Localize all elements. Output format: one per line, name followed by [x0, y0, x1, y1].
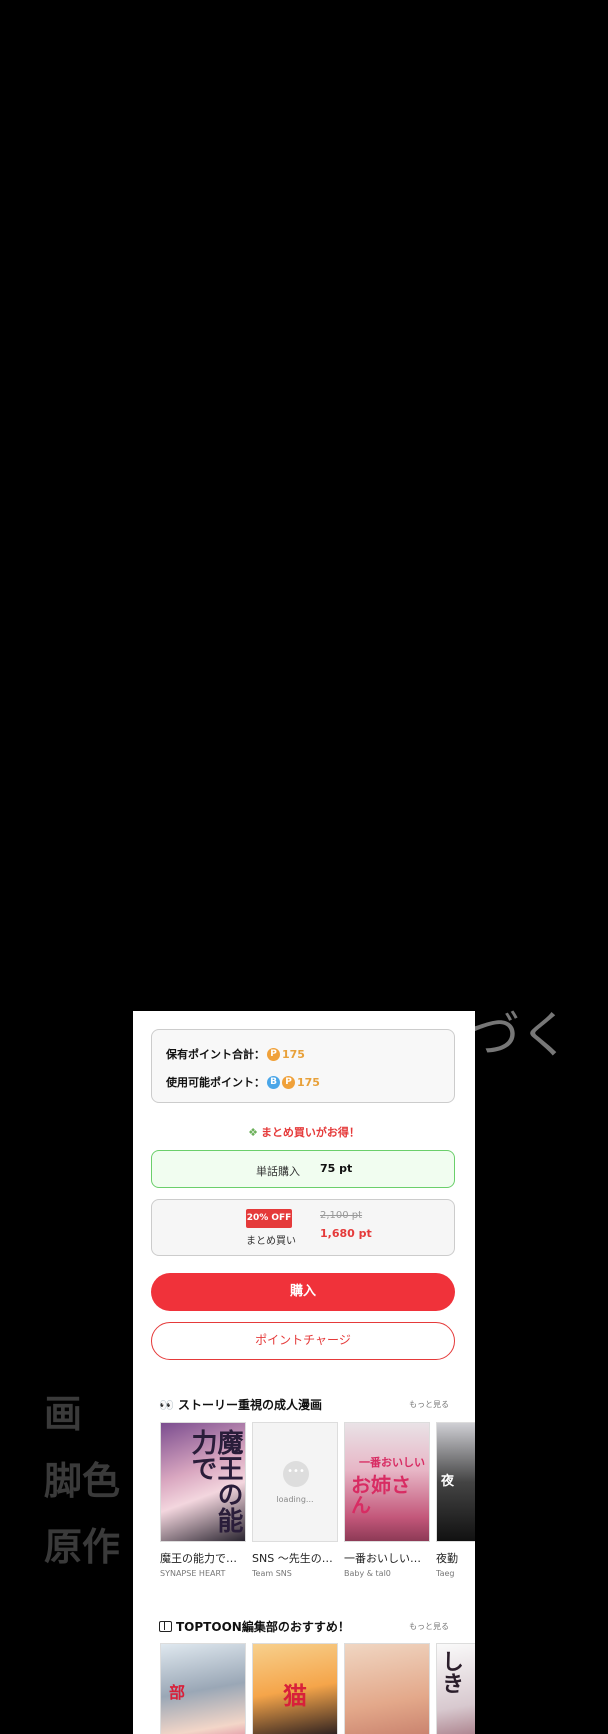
manga-card[interactable]: 猫: [252, 1643, 338, 1734]
loading-spinner-icon: •••: [283, 1461, 309, 1487]
story-manga-carousel: 魔王の能力で 魔王の能力で… SYNAPSE HEART ••• loading…: [160, 1422, 475, 1578]
point-charge-button[interactable]: ポイントチャージ: [151, 1322, 455, 1360]
bulk-deal-note: ❖ まとめ買いがお得！: [133, 1124, 475, 1140]
section-title-text: TOPTOON編集部のおすすめ！: [176, 1620, 350, 1634]
manga-cover: 一番おいしい お姉さん: [344, 1422, 430, 1542]
eyes-icon: 👀: [159, 1397, 174, 1412]
cover-title: 魔王の能力で: [187, 1429, 243, 1533]
background-tsuzuku-text: づく: [470, 1006, 570, 1064]
editor-picks-section-title: TOPTOON編集部のおすすめ！: [159, 1618, 350, 1635]
usable-points-value: 175: [297, 1075, 320, 1089]
manga-cover: [344, 1643, 430, 1734]
owned-points-value: 175: [282, 1047, 305, 1061]
manga-cover: 魔王の能力で: [160, 1422, 246, 1542]
manga-card[interactable]: [344, 1643, 430, 1734]
bulk-deal-text: まとめ買いがお得！: [260, 1126, 360, 1139]
cover-title: しき: [438, 1650, 463, 1694]
money-bag-icon: ❖: [248, 1126, 258, 1139]
single-purchase-label: 単話購入: [256, 1165, 300, 1178]
manga-cover: 猫: [252, 1643, 338, 1734]
section-title-text: ストーリー重視の成人漫画: [177, 1398, 322, 1412]
discount-badge: 20% OFF: [246, 1209, 292, 1228]
cover-title: 猫: [283, 1682, 307, 1710]
buy-button[interactable]: 購入: [151, 1273, 455, 1311]
manga-author: SYNAPSE HEART: [160, 1569, 226, 1578]
cover-title: 夜: [441, 1474, 455, 1489]
manga-card[interactable]: しき: [436, 1643, 475, 1734]
cover-title: 部: [166, 1684, 185, 1700]
manga-title: 魔王の能力で…: [160, 1552, 237, 1565]
manga-cover: 部: [160, 1643, 246, 1734]
manga-cover: しき: [436, 1643, 475, 1734]
manga-card[interactable]: 魔王の能力で 魔王の能力で… SYNAPSE HEART: [160, 1422, 246, 1578]
manga-card[interactable]: ••• loading... SNS 〜先生の… Team SNS: [252, 1422, 338, 1578]
manga-title: SNS 〜先生の…: [252, 1552, 333, 1565]
manga-cover: ••• loading...: [252, 1422, 338, 1542]
b-coin-icon: B: [267, 1075, 280, 1089]
bulk-purchase-label: まとめ買い: [246, 1236, 296, 1247]
editor-picks-carousel: 部 猫 しき: [160, 1643, 475, 1734]
loading-text: loading...: [276, 1495, 314, 1504]
manga-author: Baby & tal0: [344, 1569, 391, 1578]
p-coin-icon: P: [282, 1075, 295, 1089]
story-manga-section-title: 👀 ストーリー重視の成人漫画: [159, 1396, 322, 1413]
owned-points-label: 保有ポイント合計：: [166, 1048, 265, 1061]
background-credit-gensaku: 原作: [44, 1525, 121, 1569]
p-coin-icon: P: [267, 1047, 280, 1061]
book-icon: [159, 1621, 172, 1632]
manga-title: 一番おいしい…: [344, 1552, 421, 1565]
manga-author: Taeg: [436, 1569, 455, 1578]
bulk-old-price: 2,100 pt: [320, 1210, 363, 1221]
manga-author: Team SNS: [252, 1569, 292, 1578]
bulk-new-price: 1,680 pt: [320, 1227, 372, 1240]
single-purchase-option[interactable]: 単話購入 75 pt: [151, 1150, 455, 1188]
manga-cover: 夜: [436, 1422, 475, 1542]
owned-points-row: 保有ポイント合計： P 175: [166, 1046, 305, 1062]
manga-card[interactable]: 一番おいしい お姉さん 一番おいしい… Baby & tal0: [344, 1422, 430, 1578]
bulk-purchase-option[interactable]: 20% OFF まとめ買い 2,100 pt 1,680 pt: [151, 1199, 455, 1256]
section-more-link[interactable]: もっと見る: [409, 1621, 449, 1632]
background-credit-ga: 画: [44, 1392, 83, 1436]
cover-title: お姉さん: [351, 1473, 411, 1517]
background-credit-kyakushoku: 脚色: [44, 1459, 121, 1503]
manga-card[interactable]: 部: [160, 1643, 246, 1734]
usable-points-row: 使用可能ポイント： B P 175: [166, 1074, 320, 1090]
cover-subtitle: 一番おいしい: [359, 1456, 425, 1469]
points-summary-box: 保有ポイント合計： P 175 使用可能ポイント： B P 175: [151, 1029, 455, 1103]
purchase-sheet: 保有ポイント合計： P 175 使用可能ポイント： B P 175 ❖ まとめ買い…: [133, 1011, 475, 1734]
manga-title: 夜勤: [436, 1552, 458, 1565]
manga-card[interactable]: 夜 夜勤 Taeg: [436, 1422, 475, 1578]
usable-points-label: 使用可能ポイント：: [166, 1076, 265, 1089]
single-purchase-price: 75 pt: [320, 1162, 353, 1175]
section-more-link[interactable]: もっと見る: [409, 1399, 449, 1410]
